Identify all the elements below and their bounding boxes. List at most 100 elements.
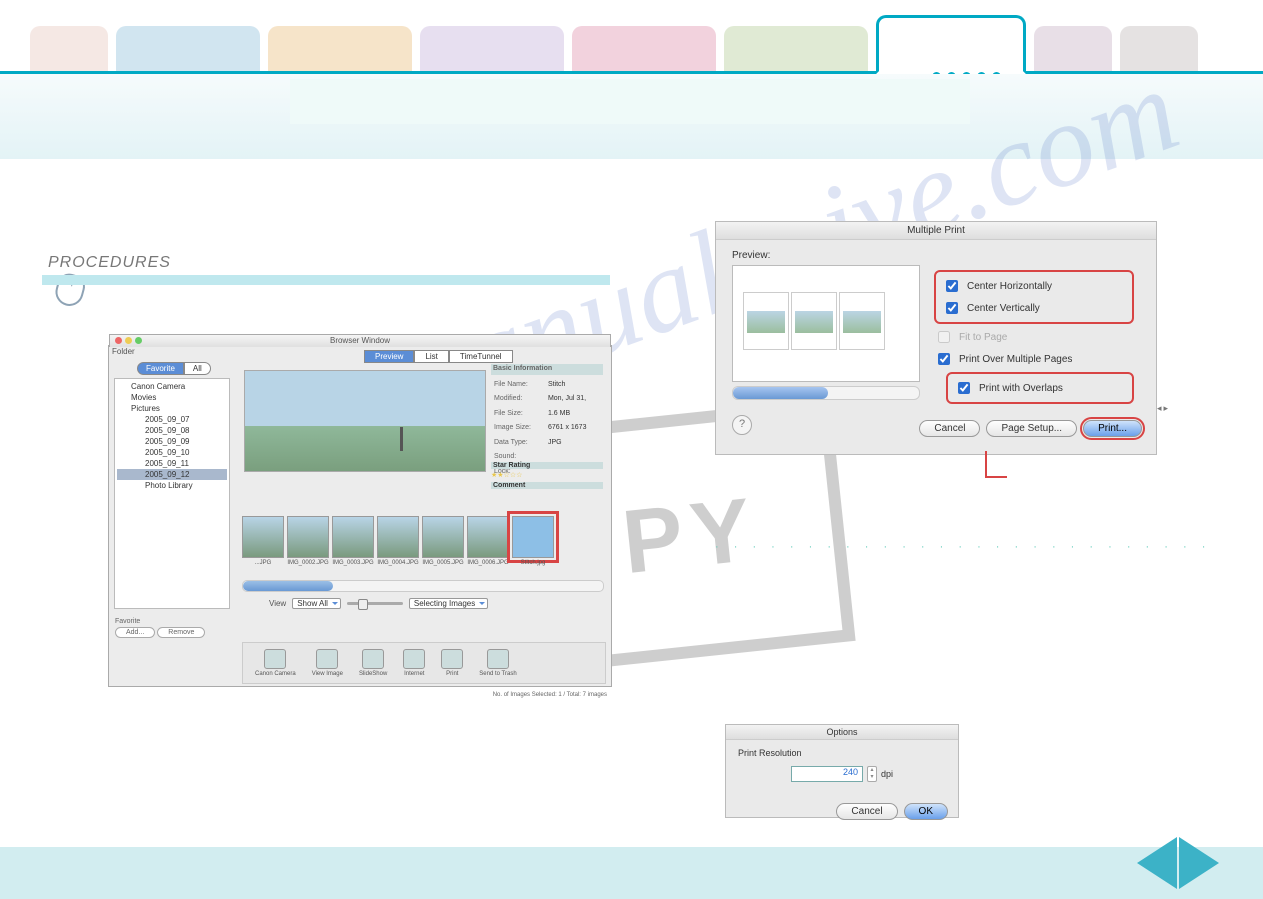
print-resolution-label: Print Resolution (738, 748, 946, 758)
multiple-print-dialog: Multiple Print Preview: ◂▸ Center Horizo… (715, 221, 1157, 455)
thumbnail[interactable]: IMG_0004.JPG (377, 516, 419, 558)
thumbnail[interactable]: IMG_0003.JPG (332, 516, 374, 558)
viewmode-segment[interactable]: Preview List TimeTunnel (364, 350, 513, 363)
thumb-scrollbar[interactable] (242, 580, 604, 592)
dialog-title: Multiple Print (716, 222, 1156, 240)
procedures-label: PROCEDURES (48, 254, 171, 272)
thumbnail[interactable]: IMG_0006.JPG (467, 516, 509, 558)
tree-item[interactable]: Movies (117, 392, 227, 403)
viewmode-preview[interactable]: Preview (364, 350, 414, 363)
thumbnail-strip[interactable]: ...JPGIMG_0002.JPGIMG_0003.JPGIMG_0004.J… (242, 516, 554, 558)
prev-page-arrow[interactable] (1137, 837, 1177, 889)
center-vertically-checkbox[interactable]: Center Vertically (942, 297, 1126, 319)
help-button[interactable]: ? (732, 415, 752, 435)
status-text: No. of Images Selected: 1 / Total: 7 ima… (493, 692, 607, 698)
section-divider-dots: · · · · · · · · · · · · · · · · · · · · … (715, 541, 1220, 553)
print-with-overlaps-checkbox[interactable]: Print with Overlaps (954, 377, 1126, 399)
doc-tab-active[interactable] (876, 15, 1026, 74)
doc-tab-5[interactable] (572, 26, 716, 71)
dpi-unit: dpi (881, 769, 893, 779)
thumb-size-slider[interactable] (347, 602, 403, 605)
center-horizontally-checkbox[interactable]: Center Horizontally (942, 275, 1126, 297)
thumbnail[interactable]: IMG_0005.JPG (422, 516, 464, 558)
preview-scrollbar[interactable] (732, 386, 920, 400)
minimize-icon[interactable] (125, 337, 132, 344)
toolbar-button[interactable]: Send to Trash (479, 649, 516, 677)
close-icon[interactable] (115, 337, 122, 344)
browser-window-title: Browser Window (109, 334, 611, 347)
callout-connector (985, 451, 987, 476)
segment-favorite[interactable]: Favorite (137, 362, 184, 375)
resolution-stepper[interactable]: ▴▾ (867, 766, 877, 782)
viewmode-list[interactable]: List (414, 350, 448, 363)
favorite-panel: Favorite Add... Remove (115, 618, 205, 638)
doc-tab-6[interactable] (724, 26, 868, 71)
comment-panel: Comment (491, 482, 603, 491)
doc-tab-8[interactable] (1034, 26, 1112, 71)
print-preview-area (732, 265, 920, 382)
preview-page-3 (839, 292, 885, 350)
tree-item[interactable]: Pictures (117, 403, 227, 414)
tree-item[interactable]: Photo Library (117, 480, 227, 491)
preview-page-1 (743, 292, 789, 350)
star-icon[interactable]: ★★☆☆☆ (491, 472, 522, 479)
panorama-preview (244, 370, 486, 472)
thumbnail[interactable]: Stitch.jpg (512, 516, 554, 558)
fit-to-page-checkbox: Fit to Page (934, 326, 1134, 348)
page-setup-button[interactable]: Page Setup... (986, 420, 1077, 437)
toolbar-button[interactable]: Canon Camera (255, 649, 296, 677)
folder-filter-segment[interactable]: Favorite All (137, 362, 211, 375)
toolbar-button[interactable]: Internet (403, 649, 425, 677)
cancel-button[interactable]: Cancel (919, 420, 980, 437)
toolbar-button[interactable]: View Image (312, 649, 343, 677)
viewmode-timetunnel[interactable]: TimeTunnel (449, 350, 513, 363)
preview-label: Preview: (732, 250, 1140, 261)
browser-window: Browser Window Folder Favorite All Canon… (108, 345, 612, 687)
tree-item[interactable]: 2005_09_12 (117, 469, 227, 480)
step-underline (42, 275, 610, 285)
page-footer (0, 847, 1263, 899)
folder-tree[interactable]: Canon CameraMoviesPictures2005_09_072005… (114, 378, 230, 609)
segment-all[interactable]: All (184, 362, 211, 375)
star-rating-panel: Star Rating ★★☆☆☆ (491, 462, 603, 479)
favorite-remove-button[interactable]: Remove (157, 627, 205, 638)
print-button[interactable]: Print... (1083, 420, 1142, 437)
options-cancel-button[interactable]: Cancel (836, 803, 897, 820)
print-over-multiple-checkbox[interactable]: Print Over Multiple Pages (934, 348, 1134, 370)
show-all-dropdown[interactable]: Show All (292, 598, 341, 609)
favorite-add-button[interactable]: Add... (115, 627, 155, 638)
toolbar-button[interactable]: SlideShow (359, 649, 387, 677)
centering-highlight-box: Center Horizontally Center Vertically (934, 270, 1134, 324)
tree-item[interactable]: 2005_09_11 (117, 458, 227, 469)
scroll-arrows-icon[interactable]: ◂▸ (1157, 403, 1170, 414)
tree-item[interactable]: 2005_09_07 (117, 414, 227, 425)
page-nav-arrows (1137, 837, 1219, 889)
zoom-icon[interactable] (135, 337, 142, 344)
thumbnail[interactable]: IMG_0002.JPG (287, 516, 329, 558)
resolution-input[interactable]: 240 (791, 766, 863, 782)
view-label: View (269, 599, 286, 608)
options-ok-button[interactable]: OK (904, 803, 948, 820)
tree-item[interactable]: 2005_09_08 (117, 425, 227, 436)
preview-page-2 (791, 292, 837, 350)
thumbnail[interactable]: ...JPG (242, 516, 284, 558)
folder-pane-header: Folder (112, 347, 135, 356)
doc-tab-2[interactable] (116, 26, 260, 71)
doc-tab-1[interactable] (30, 26, 108, 71)
bottom-toolbar: Canon Camera View Image SlideShow Internet P… (242, 642, 606, 684)
selecting-images-dropdown[interactable]: Selecting Images (409, 598, 488, 609)
view-controls-row: View Show All Selecting Images (269, 598, 488, 609)
toolbar-button[interactable]: Print (441, 649, 463, 677)
tree-item[interactable]: Canon Camera (117, 381, 227, 392)
options-title: Options (726, 725, 958, 740)
tree-item[interactable]: 2005_09_10 (117, 447, 227, 458)
doc-tab-4[interactable] (420, 26, 564, 71)
tree-item[interactable]: 2005_09_09 (117, 436, 227, 447)
print-options: Center Horizontally Center Vertically Fi… (934, 268, 1134, 406)
doc-tab-3[interactable] (268, 26, 412, 71)
next-page-arrow[interactable] (1179, 837, 1219, 889)
doc-tab-9[interactable] (1120, 26, 1198, 71)
callout-connector-h (985, 476, 1007, 478)
section-banner (0, 74, 1263, 159)
options-dialog: Options Print Resolution 240 ▴▾ dpi Canc… (725, 724, 959, 818)
